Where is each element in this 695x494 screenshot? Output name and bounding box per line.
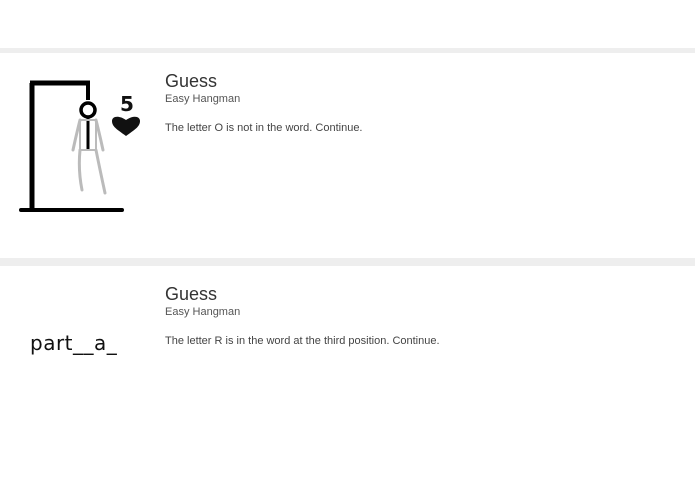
card-title: Guess: [165, 284, 218, 304]
card-message[interactable]: The letter O is not in the word. Continu…: [165, 121, 363, 135]
card-subtitle: Easy Hangman: [165, 306, 241, 318]
card-title: Guess: [165, 71, 218, 91]
card-text-1: Guess Easy Hangman The letter O is not i…: [165, 71, 363, 135]
word-progress: part__a_: [30, 331, 118, 355]
figure-head: [79, 101, 97, 119]
card-text-2: Guess Easy Hangman The letter R is in th…: [165, 284, 440, 348]
lives-count: 5: [120, 92, 134, 116]
hangman-image: 5: [19, 80, 140, 212]
guess-card-2: part__a_ Guess Easy Hangman The letter R…: [0, 266, 695, 494]
card-message[interactable]: The letter R is in the word at the third…: [165, 334, 440, 348]
guess-card-1: 5 Guess Easy Hangman The letter O is not…: [0, 53, 695, 258]
card-subtitle: Easy Hangman: [165, 93, 241, 105]
heart-icon: [112, 116, 140, 136]
